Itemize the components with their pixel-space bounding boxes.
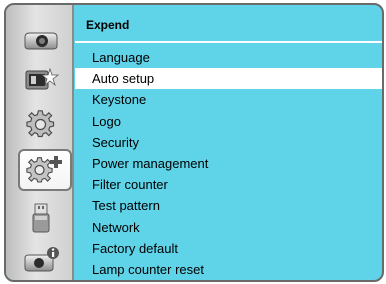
menu-item-power-management[interactable]: Power management bbox=[75, 153, 382, 174]
picture-adjust-icon bbox=[25, 67, 60, 90]
sidebar-item-expand[interactable] bbox=[18, 149, 72, 191]
sidebar-item-memory-viewer[interactable] bbox=[16, 201, 66, 235]
menu-panel: Expend Language Auto setup Keystone Logo… bbox=[4, 3, 384, 282]
menu-item-auto-setup[interactable]: Auto setup bbox=[75, 68, 382, 90]
menu-item-lamp-counter-reset[interactable]: Lamp counter reset bbox=[75, 259, 382, 280]
menu-item-factory-default[interactable]: Factory default bbox=[75, 238, 382, 259]
menu-item-network[interactable]: Network bbox=[75, 217, 382, 238]
sidebar-item-picture[interactable] bbox=[16, 62, 66, 96]
usb-icon bbox=[32, 203, 50, 233]
projector-icon bbox=[24, 32, 58, 50]
gear-plus-icon bbox=[26, 156, 62, 183]
menu-item-test-pattern[interactable]: Test pattern bbox=[75, 195, 382, 216]
menu-item-security[interactable]: Security bbox=[75, 132, 382, 153]
menu-item-language[interactable]: Language bbox=[75, 47, 382, 68]
menu-title: Expend bbox=[86, 18, 130, 32]
menu-window: Expend Language Auto setup Keystone Logo… bbox=[0, 0, 386, 284]
sidebar-item-info[interactable] bbox=[16, 243, 66, 277]
menu-item-logo[interactable]: Logo bbox=[75, 111, 382, 132]
gear-icon bbox=[26, 110, 55, 138]
sidebar bbox=[6, 5, 74, 280]
sidebar-item-setting[interactable] bbox=[16, 108, 66, 142]
title-divider bbox=[75, 41, 382, 43]
sidebar-item-display[interactable] bbox=[16, 23, 66, 57]
menu-list: Language Auto setup Keystone Logo Securi… bbox=[75, 47, 382, 280]
info-icon bbox=[24, 247, 59, 272]
menu-item-filter-counter[interactable]: Filter counter bbox=[75, 174, 382, 195]
menu-item-keystone[interactable]: Keystone bbox=[75, 89, 382, 110]
